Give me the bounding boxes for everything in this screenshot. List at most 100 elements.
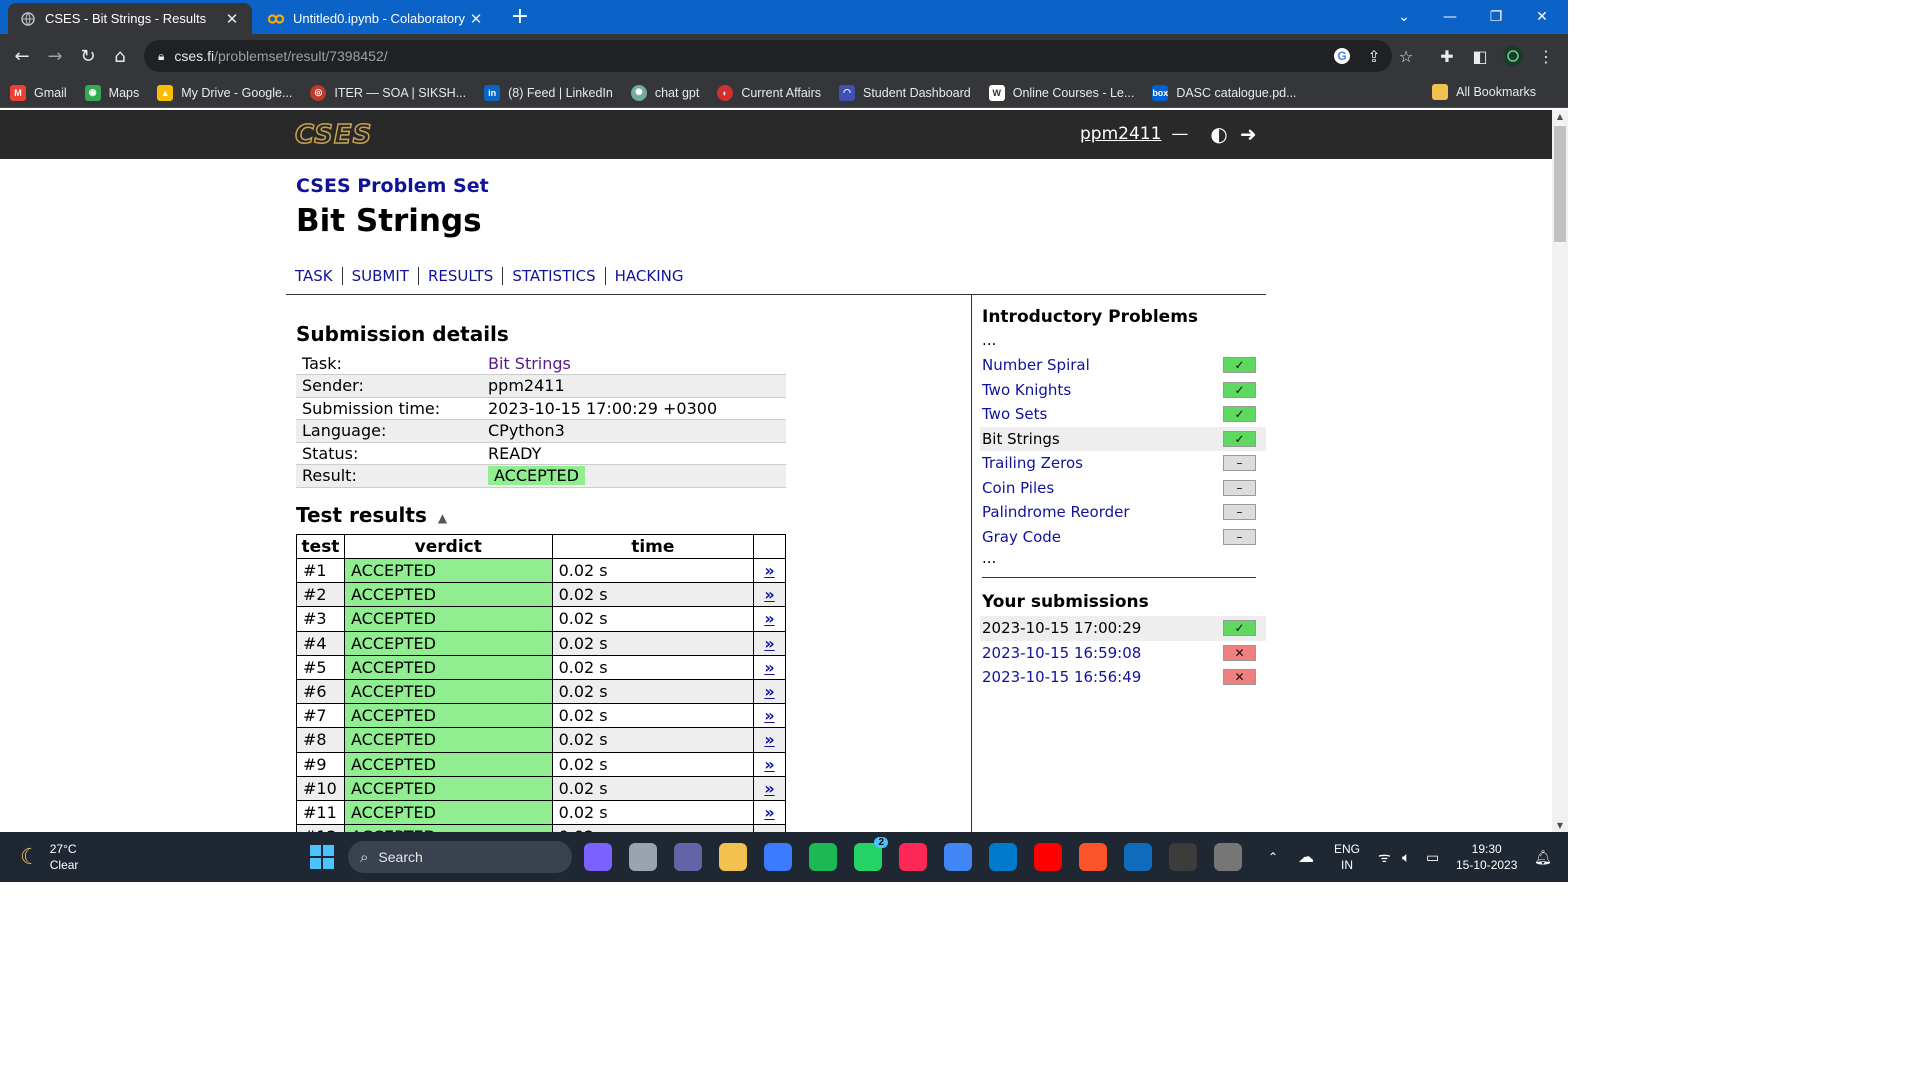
vscode-icon[interactable] (989, 843, 1017, 871)
bookmark-dasc[interactable]: box DASC catalogue.pd... (1152, 84, 1297, 101)
test-details-link[interactable]: » (753, 678, 786, 705)
collapse-caret-icon[interactable]: ▲ (438, 511, 447, 525)
brave-icon[interactable] (1079, 843, 1107, 871)
google-icon[interactable]: G (1332, 46, 1352, 66)
tray-chevron-icon[interactable]: ⌃ (1268, 832, 1278, 882)
scroll-down-arrow-icon[interactable]: ▼ (1552, 821, 1568, 830)
forward-arrow-icon[interactable]: → (43, 44, 67, 68)
problem-item[interactable]: Trailing Zeros – (982, 451, 1266, 476)
onedrive-cloud-icon[interactable]: ☁ (1298, 832, 1314, 882)
bookmark-linkedin[interactable]: in (8) Feed | LinkedIn (484, 84, 613, 101)
youtube-icon[interactable] (1034, 843, 1062, 871)
system-clock[interactable]: 19:30 15-10-2023 (1456, 841, 1517, 873)
taskbar-search[interactable]: ⌕ Search (348, 841, 572, 873)
windows-start-icon[interactable] (310, 845, 334, 869)
bookmark-iter[interactable]: ◎ ITER — SOA | SIKSH... (310, 84, 466, 101)
back-arrow-icon[interactable]: ← (10, 44, 34, 68)
username-link[interactable]: ppm2411 (1080, 124, 1161, 144)
bookmark-drive[interactable]: ▲ My Drive - Google... (157, 84, 292, 101)
nav-submit[interactable]: SUBMIT (341, 267, 418, 285)
bookmark-gmail[interactable]: M Gmail (10, 84, 67, 101)
test-details-link[interactable]: » (753, 727, 786, 753)
page-scrollbar[interactable]: ▲ ▼ (1552, 110, 1568, 832)
cses-logo[interactable]: CSES (294, 119, 372, 151)
nav-statistics[interactable]: STATISTICS (502, 267, 604, 285)
address-bar[interactable]: 🔒︎ cses.fi/problemset/result/7398452/ (144, 40, 1392, 72)
problem-item[interactable]: Coin Piles – (982, 476, 1266, 501)
nav-results[interactable]: RESULTS (417, 267, 502, 285)
new-tab-button[interactable]: + (508, 6, 532, 30)
submission-time-link[interactable]: 2023-10-15 16:56:49 (982, 668, 1141, 686)
bookmark-current-affairs[interactable]: ◐ Current Affairs (717, 84, 821, 101)
window-close-button[interactable]: ✕ (1519, 0, 1565, 34)
problem-item[interactable]: Two Knights ✓ (982, 378, 1266, 403)
problem-item[interactable]: Two Sets ✓ (982, 402, 1266, 427)
test-details-link[interactable]: » (753, 703, 786, 729)
close-icon[interactable]: ✕ (468, 10, 484, 28)
task-link[interactable]: Bit Strings (488, 354, 571, 373)
close-icon[interactable]: ✕ (224, 10, 240, 28)
tab-colab[interactable]: Untitled0.ipynb - Colaboratory ✕ (256, 3, 496, 34)
volume-icon[interactable]: 🔈︎ (1402, 832, 1410, 882)
notification-bell-icon[interactable]: 🔔︎ (1534, 832, 1552, 882)
restore-button[interactable]: ❐ (1473, 0, 1519, 34)
submission-item[interactable]: 2023-10-15 16:59:08 ✕ (982, 641, 1266, 666)
calculator-icon[interactable] (1214, 843, 1242, 871)
problem-item[interactable]: Number Spiral ✓ (982, 353, 1266, 378)
bookmark-online-courses[interactable]: W Online Courses - Le... (988, 84, 1134, 101)
minimize-button[interactable]: — (1427, 0, 1473, 34)
problem-name[interactable]: Coin Piles (982, 479, 1054, 497)
share-icon[interactable]: ⇪ (1364, 46, 1384, 66)
wifi-icon[interactable]: ᯤ (1378, 832, 1391, 882)
teams-chat-icon[interactable] (674, 843, 702, 871)
submission-item[interactable]: 2023-10-15 16:56:49 ✕ (982, 665, 1266, 690)
profile-avatar-icon[interactable] (1503, 46, 1523, 66)
problem-name[interactable]: Palindrome Reorder (982, 503, 1130, 521)
problem-name[interactable]: Gray Code (982, 528, 1061, 546)
theme-toggle-icon[interactable]: ◐ (1210, 122, 1227, 146)
problem-name[interactable]: Trailing Zeros (982, 454, 1083, 472)
logout-icon[interactable]: ➜ (1240, 122, 1257, 146)
extensions-puzzle-icon[interactable]: ✚ (1437, 46, 1457, 66)
whatsapp-icon[interactable]: 2 (854, 837, 888, 871)
problem-name[interactable]: Number Spiral (982, 356, 1090, 374)
nav-hacking[interactable]: HACKING (604, 267, 693, 285)
language-indicator[interactable]: ENG IN (1334, 832, 1360, 882)
nav-task[interactable]: TASK (295, 267, 342, 285)
spotify-icon[interactable] (809, 843, 837, 871)
star-bookmark-icon[interactable]: ☆ (1396, 46, 1416, 66)
problem-name[interactable]: Two Sets (982, 405, 1047, 423)
weather-widget[interactable]: ☾ 27°C Clear (20, 841, 78, 873)
test-details-link[interactable]: » (753, 799, 786, 826)
chrome-icon[interactable] (944, 843, 972, 871)
problem-item[interactable]: Palindrome Reorder – (982, 500, 1266, 525)
file-explorer-icon[interactable] (719, 843, 747, 871)
test-details-link[interactable]: » (753, 654, 786, 680)
test-details-link[interactable]: » (753, 630, 786, 656)
problem-item[interactable]: Gray Code – (982, 525, 1266, 550)
test-details-link[interactable]: » (753, 824, 786, 832)
test-details-link[interactable]: » (753, 775, 786, 801)
bookmark-student-dashboard[interactable]: ◠ Student Dashboard (839, 84, 971, 101)
section-title[interactable]: CSES Problem Set (296, 175, 489, 197)
outlook-icon[interactable] (1124, 843, 1152, 871)
battery-icon[interactable]: ▭ (1426, 832, 1439, 882)
kebab-menu-icon[interactable]: ⋮ (1536, 46, 1556, 66)
tab-cses-results[interactable]: CSES - Bit Strings - Results ✕ (8, 3, 252, 34)
test-details-link[interactable]: » (753, 557, 786, 584)
scrollbar-thumb[interactable] (1554, 126, 1566, 242)
home-icon[interactable]: ⌂ (108, 44, 132, 68)
test-details-link[interactable]: » (753, 751, 786, 777)
problem-name[interactable]: Two Knights (982, 381, 1071, 399)
file-explorer-window-icon[interactable] (629, 843, 657, 871)
all-bookmarks-button[interactable]: All Bookmarks (1432, 84, 1536, 100)
side-panel-icon[interactable]: ◧ (1470, 46, 1490, 66)
terminal-icon[interactable] (1169, 843, 1197, 871)
test-details-link[interactable]: » (753, 606, 786, 632)
bookmark-maps[interactable]: ◉ Maps (84, 84, 139, 101)
bookmark-chatgpt[interactable]: ✺ chat gpt (630, 84, 699, 101)
copilot-icon[interactable] (764, 843, 792, 871)
intellij-icon[interactable] (899, 843, 927, 871)
test-details-link[interactable]: » (753, 582, 786, 608)
scroll-up-arrow-icon[interactable]: ▲ (1552, 112, 1568, 121)
